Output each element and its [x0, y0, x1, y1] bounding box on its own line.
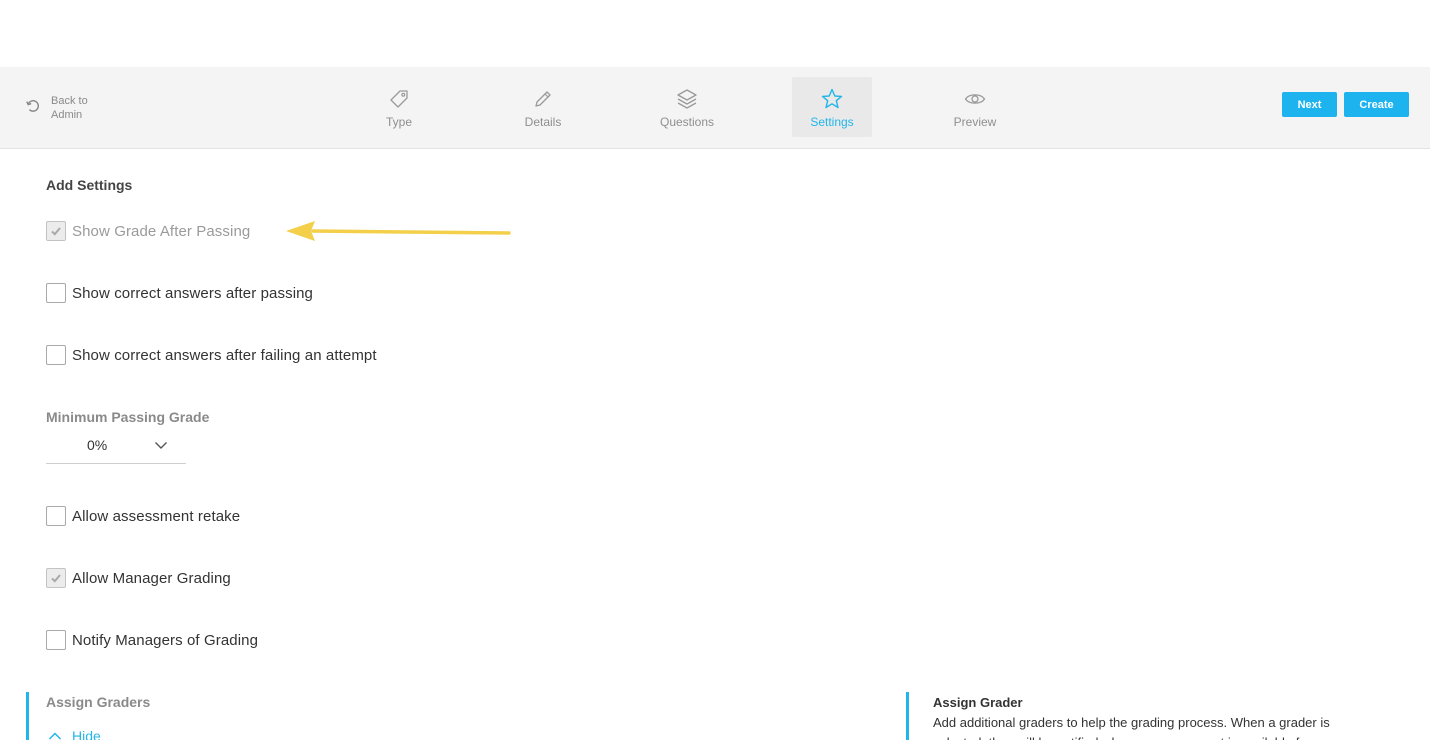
checkbox[interactable] [46, 630, 66, 650]
step-preview[interactable]: Preview [935, 77, 1015, 137]
step-settings[interactable]: Settings [792, 77, 872, 137]
help-text: Add additional graders to help the gradi… [933, 715, 1330, 740]
wizard-header: Back to Admin Type Details Questions Set… [0, 67, 1430, 149]
pencil-icon [535, 91, 551, 107]
checkbox[interactable] [46, 506, 66, 526]
step-details-label: Details [524, 115, 562, 129]
option-show-grade-after-passing[interactable]: Show Grade After Passing [46, 221, 250, 241]
option-notify-managers-of-grading[interactable]: Notify Managers of Grading [46, 630, 258, 650]
checkmark-icon [51, 227, 61, 236]
tag-icon [390, 90, 408, 108]
checkbox[interactable] [46, 221, 66, 241]
step-type[interactable]: Type [359, 77, 439, 137]
step-details[interactable]: Details [503, 77, 583, 137]
hide-label: Hide [72, 728, 101, 740]
step-preview-label: Preview [953, 115, 997, 129]
step-settings-label: Settings [810, 115, 854, 129]
section-title: Add Settings [46, 177, 133, 193]
checkbox[interactable] [46, 568, 66, 588]
step-questions[interactable]: Questions [647, 77, 727, 137]
step-type-label: Type [385, 115, 412, 129]
option-label: Allow assessment retake [72, 507, 241, 525]
option-allow-assessment-retake[interactable]: Allow assessment retake [46, 506, 240, 526]
option-show-correct-answers-after-passing[interactable]: Show correct answers after passing [46, 283, 313, 303]
checkbox[interactable] [46, 283, 66, 303]
option-label: Show correct answers after passing [72, 284, 314, 302]
undo-icon [26, 100, 39, 112]
eye-icon [964, 94, 986, 104]
help-accent-bar [906, 692, 909, 740]
back-to-admin-link[interactable]: Back to Admin [25, 94, 103, 122]
checkbox[interactable] [46, 345, 66, 365]
next-button[interactable]: Next [1282, 92, 1337, 117]
help-title: Assign Grader [933, 695, 1023, 710]
layers-icon [677, 89, 697, 109]
minimum-passing-grade-label: Minimum Passing Grade [46, 409, 210, 425]
option-label: Notify Managers of Grading [72, 631, 259, 649]
option-show-correct-answers-after-failing[interactable]: Show correct answers after failing an at… [46, 345, 377, 365]
chevron-up-icon [48, 732, 62, 740]
chevron-down-icon [155, 442, 167, 449]
create-button[interactable]: Create [1344, 92, 1409, 117]
option-label: Show correct answers after failing an at… [72, 346, 377, 364]
option-allow-manager-grading[interactable]: Allow Manager Grading [46, 568, 231, 588]
assign-graders-title: Assign Graders [46, 694, 151, 710]
option-label: Allow Manager Grading [72, 569, 231, 587]
graders-accent-bar [26, 692, 29, 740]
hide-graders-toggle[interactable]: Hide [48, 728, 101, 740]
option-label: Show Grade After Passing [72, 222, 251, 240]
minimum-passing-grade-select[interactable]: 0% [46, 430, 186, 464]
checkmark-icon [51, 574, 61, 583]
step-questions-label: Questions [659, 115, 715, 129]
star-icon [821, 88, 843, 109]
back-to-admin-label: Back to Admin [51, 95, 88, 121]
annotation-arrow [286, 221, 511, 241]
select-value: 0% [87, 437, 108, 453]
